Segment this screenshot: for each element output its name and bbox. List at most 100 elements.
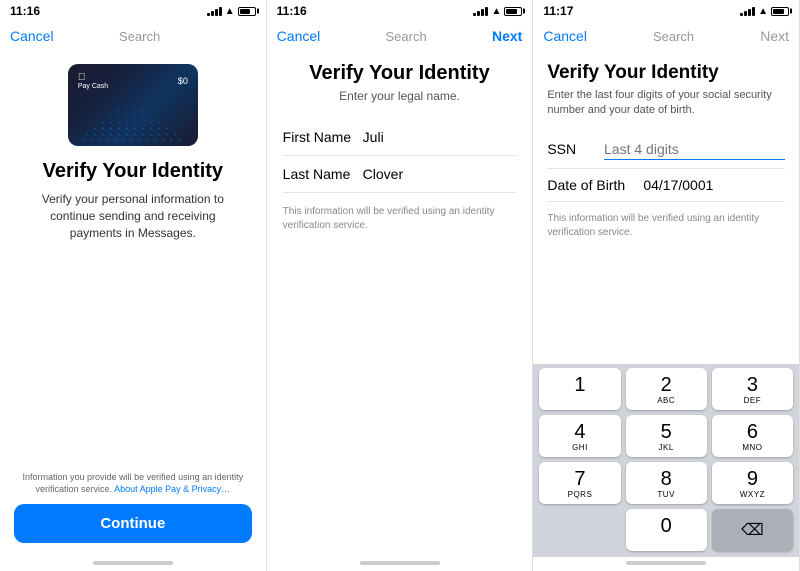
wifi-icon-1: ▲ bbox=[225, 6, 235, 17]
key-1-num: 1 bbox=[574, 375, 585, 395]
screen1-subtitle: Verify your personal information to cont… bbox=[20, 191, 246, 241]
first-name-row: First Name Juli bbox=[283, 119, 517, 156]
delete-icon: ⌫ bbox=[741, 520, 764, 540]
status-bar-1: 11:16 ▲ bbox=[0, 0, 266, 20]
screen3-title: Verify Your Identity bbox=[547, 62, 785, 84]
card-amount: $0 bbox=[178, 76, 188, 86]
last-name-row: Last Name Clover bbox=[283, 156, 517, 193]
key-4[interactable]: 4 GHI bbox=[539, 415, 620, 457]
nav-bar-2: Cancel Search Next bbox=[267, 20, 533, 54]
nav-bar-1: Cancel Search bbox=[0, 20, 266, 54]
home-indicator-1 bbox=[93, 561, 173, 565]
battery-icon-3 bbox=[771, 7, 789, 16]
dob-row: Date of Birth 04/17/0001 bbox=[547, 169, 785, 202]
key-2-letters: ABC bbox=[657, 396, 675, 405]
nav-title-1: Search bbox=[119, 29, 160, 44]
nav-title-3: Search bbox=[653, 29, 694, 44]
battery-icon-1 bbox=[238, 7, 256, 16]
key-9-num: 9 bbox=[747, 469, 758, 489]
card-top:  Pay Cash $0 bbox=[78, 72, 188, 91]
signal-icon-1 bbox=[207, 6, 222, 16]
status-icons-2: ▲ bbox=[473, 6, 522, 17]
status-time-3: 11:17 bbox=[543, 4, 573, 18]
screen2-title: Verify Your Identity bbox=[283, 62, 517, 85]
key-7[interactable]: 7 PQRS bbox=[539, 462, 620, 504]
screen1-main-content:  Pay Cash $0 bbox=[0, 54, 266, 461]
apple-logo-icon:  bbox=[78, 72, 108, 83]
ssn-label: SSN bbox=[547, 141, 588, 157]
wifi-icon-2: ▲ bbox=[491, 6, 501, 17]
key-2-num: 2 bbox=[661, 375, 672, 395]
dob-value[interactable]: 04/17/0001 bbox=[643, 177, 713, 193]
screen-verify-intro: 11:16 ▲ Cancel Search  Pay Cash bbox=[0, 0, 267, 571]
screen3-main-content: Verify Your Identity Enter the last four… bbox=[533, 54, 799, 364]
status-time-1: 11:16 bbox=[10, 4, 40, 18]
battery-icon-2 bbox=[504, 7, 522, 16]
screen3-disclaimer: This information will be verified using … bbox=[547, 212, 785, 240]
screen2-subtitle: Enter your legal name. bbox=[283, 89, 517, 103]
key-8[interactable]: 8 TUV bbox=[626, 462, 707, 504]
key-0-letters bbox=[665, 537, 668, 546]
continue-button[interactable]: Continue bbox=[14, 504, 252, 543]
key-6-num: 6 bbox=[747, 422, 758, 442]
privacy-text: Information you provide will be verified… bbox=[14, 471, 252, 496]
cancel-button-3[interactable]: Cancel bbox=[543, 28, 587, 44]
status-bar-2: 11:16 ▲ bbox=[267, 0, 533, 20]
wifi-icon-3: ▲ bbox=[758, 6, 768, 17]
last-name-label: Last Name bbox=[283, 166, 363, 182]
key-3-letters: DEF bbox=[744, 396, 762, 405]
key-3[interactable]: 3 DEF bbox=[712, 368, 793, 410]
numeric-keypad: 1 2 ABC 3 DEF 4 GHI 5 JKL 6 MNO 7 PQRS bbox=[533, 364, 799, 557]
key-6[interactable]: 6 MNO bbox=[712, 415, 793, 457]
screen-enter-name: 11:16 ▲ Cancel Search Next Verify Your I… bbox=[267, 0, 534, 571]
key-8-num: 8 bbox=[661, 469, 672, 489]
key-0[interactable]: 0 bbox=[626, 509, 707, 551]
key-1[interactable]: 1 bbox=[539, 368, 620, 410]
key-5[interactable]: 5 JKL bbox=[626, 415, 707, 457]
key-9-letters: WXYZ bbox=[740, 490, 765, 499]
ssn-input[interactable] bbox=[604, 139, 785, 160]
key-empty bbox=[539, 509, 620, 551]
key-5-letters: JKL bbox=[659, 443, 674, 452]
key-5-num: 5 bbox=[661, 422, 672, 442]
card-brand-label:  Pay Cash bbox=[78, 72, 108, 91]
screen3-subtitle: Enter the last four digits of your socia… bbox=[547, 88, 785, 119]
nav-title-2: Search bbox=[386, 29, 427, 44]
key-7-num: 7 bbox=[574, 469, 585, 489]
home-indicator-2 bbox=[360, 561, 440, 565]
cancel-button-2[interactable]: Cancel bbox=[277, 28, 321, 44]
screen2-main-content: Verify Your Identity Enter your legal na… bbox=[267, 54, 533, 557]
status-icons-1: ▲ bbox=[207, 6, 256, 17]
card-pay-label: Pay Cash bbox=[78, 83, 108, 91]
key-delete[interactable]: ⌫ bbox=[712, 509, 793, 551]
screen-enter-ssn: 11:17 ▲ Cancel Search Next Verify Your I… bbox=[533, 0, 800, 571]
screen1-bottom: Information you provide will be verified… bbox=[0, 461, 266, 557]
form-disclaimer-2: This information will be verified using … bbox=[283, 205, 517, 233]
next-button-2[interactable]: Next bbox=[492, 28, 522, 44]
signal-icon-2 bbox=[473, 6, 488, 16]
key-7-letters: PQRS bbox=[568, 490, 593, 499]
home-indicator-3 bbox=[626, 561, 706, 565]
key-4-letters: GHI bbox=[572, 443, 588, 452]
key-6-letters: MNO bbox=[742, 443, 762, 452]
key-2[interactable]: 2 ABC bbox=[626, 368, 707, 410]
status-icons-3: ▲ bbox=[740, 6, 789, 17]
key-9[interactable]: 9 WXYZ bbox=[712, 462, 793, 504]
next-button-3: Next bbox=[760, 28, 789, 44]
key-8-letters: TUV bbox=[657, 490, 675, 499]
key-4-num: 4 bbox=[574, 422, 585, 442]
ssn-row: SSN bbox=[547, 131, 785, 169]
last-name-value[interactable]: Clover bbox=[363, 166, 517, 182]
screen1-title: Verify Your Identity bbox=[43, 160, 223, 183]
key-0-num: 0 bbox=[661, 516, 672, 536]
key-3-num: 3 bbox=[747, 375, 758, 395]
signal-icon-3 bbox=[740, 6, 755, 16]
first-name-value[interactable]: Juli bbox=[363, 129, 517, 145]
apple-pay-cash-card:  Pay Cash $0 bbox=[68, 64, 198, 146]
privacy-link[interactable]: About Apple Pay & Privacy… bbox=[114, 484, 230, 494]
status-bar-3: 11:17 ▲ bbox=[533, 0, 799, 20]
first-name-label: First Name bbox=[283, 129, 363, 145]
nav-bar-3: Cancel Search Next bbox=[533, 20, 799, 54]
key-1-letters bbox=[579, 396, 582, 405]
cancel-button-1[interactable]: Cancel bbox=[10, 28, 54, 44]
